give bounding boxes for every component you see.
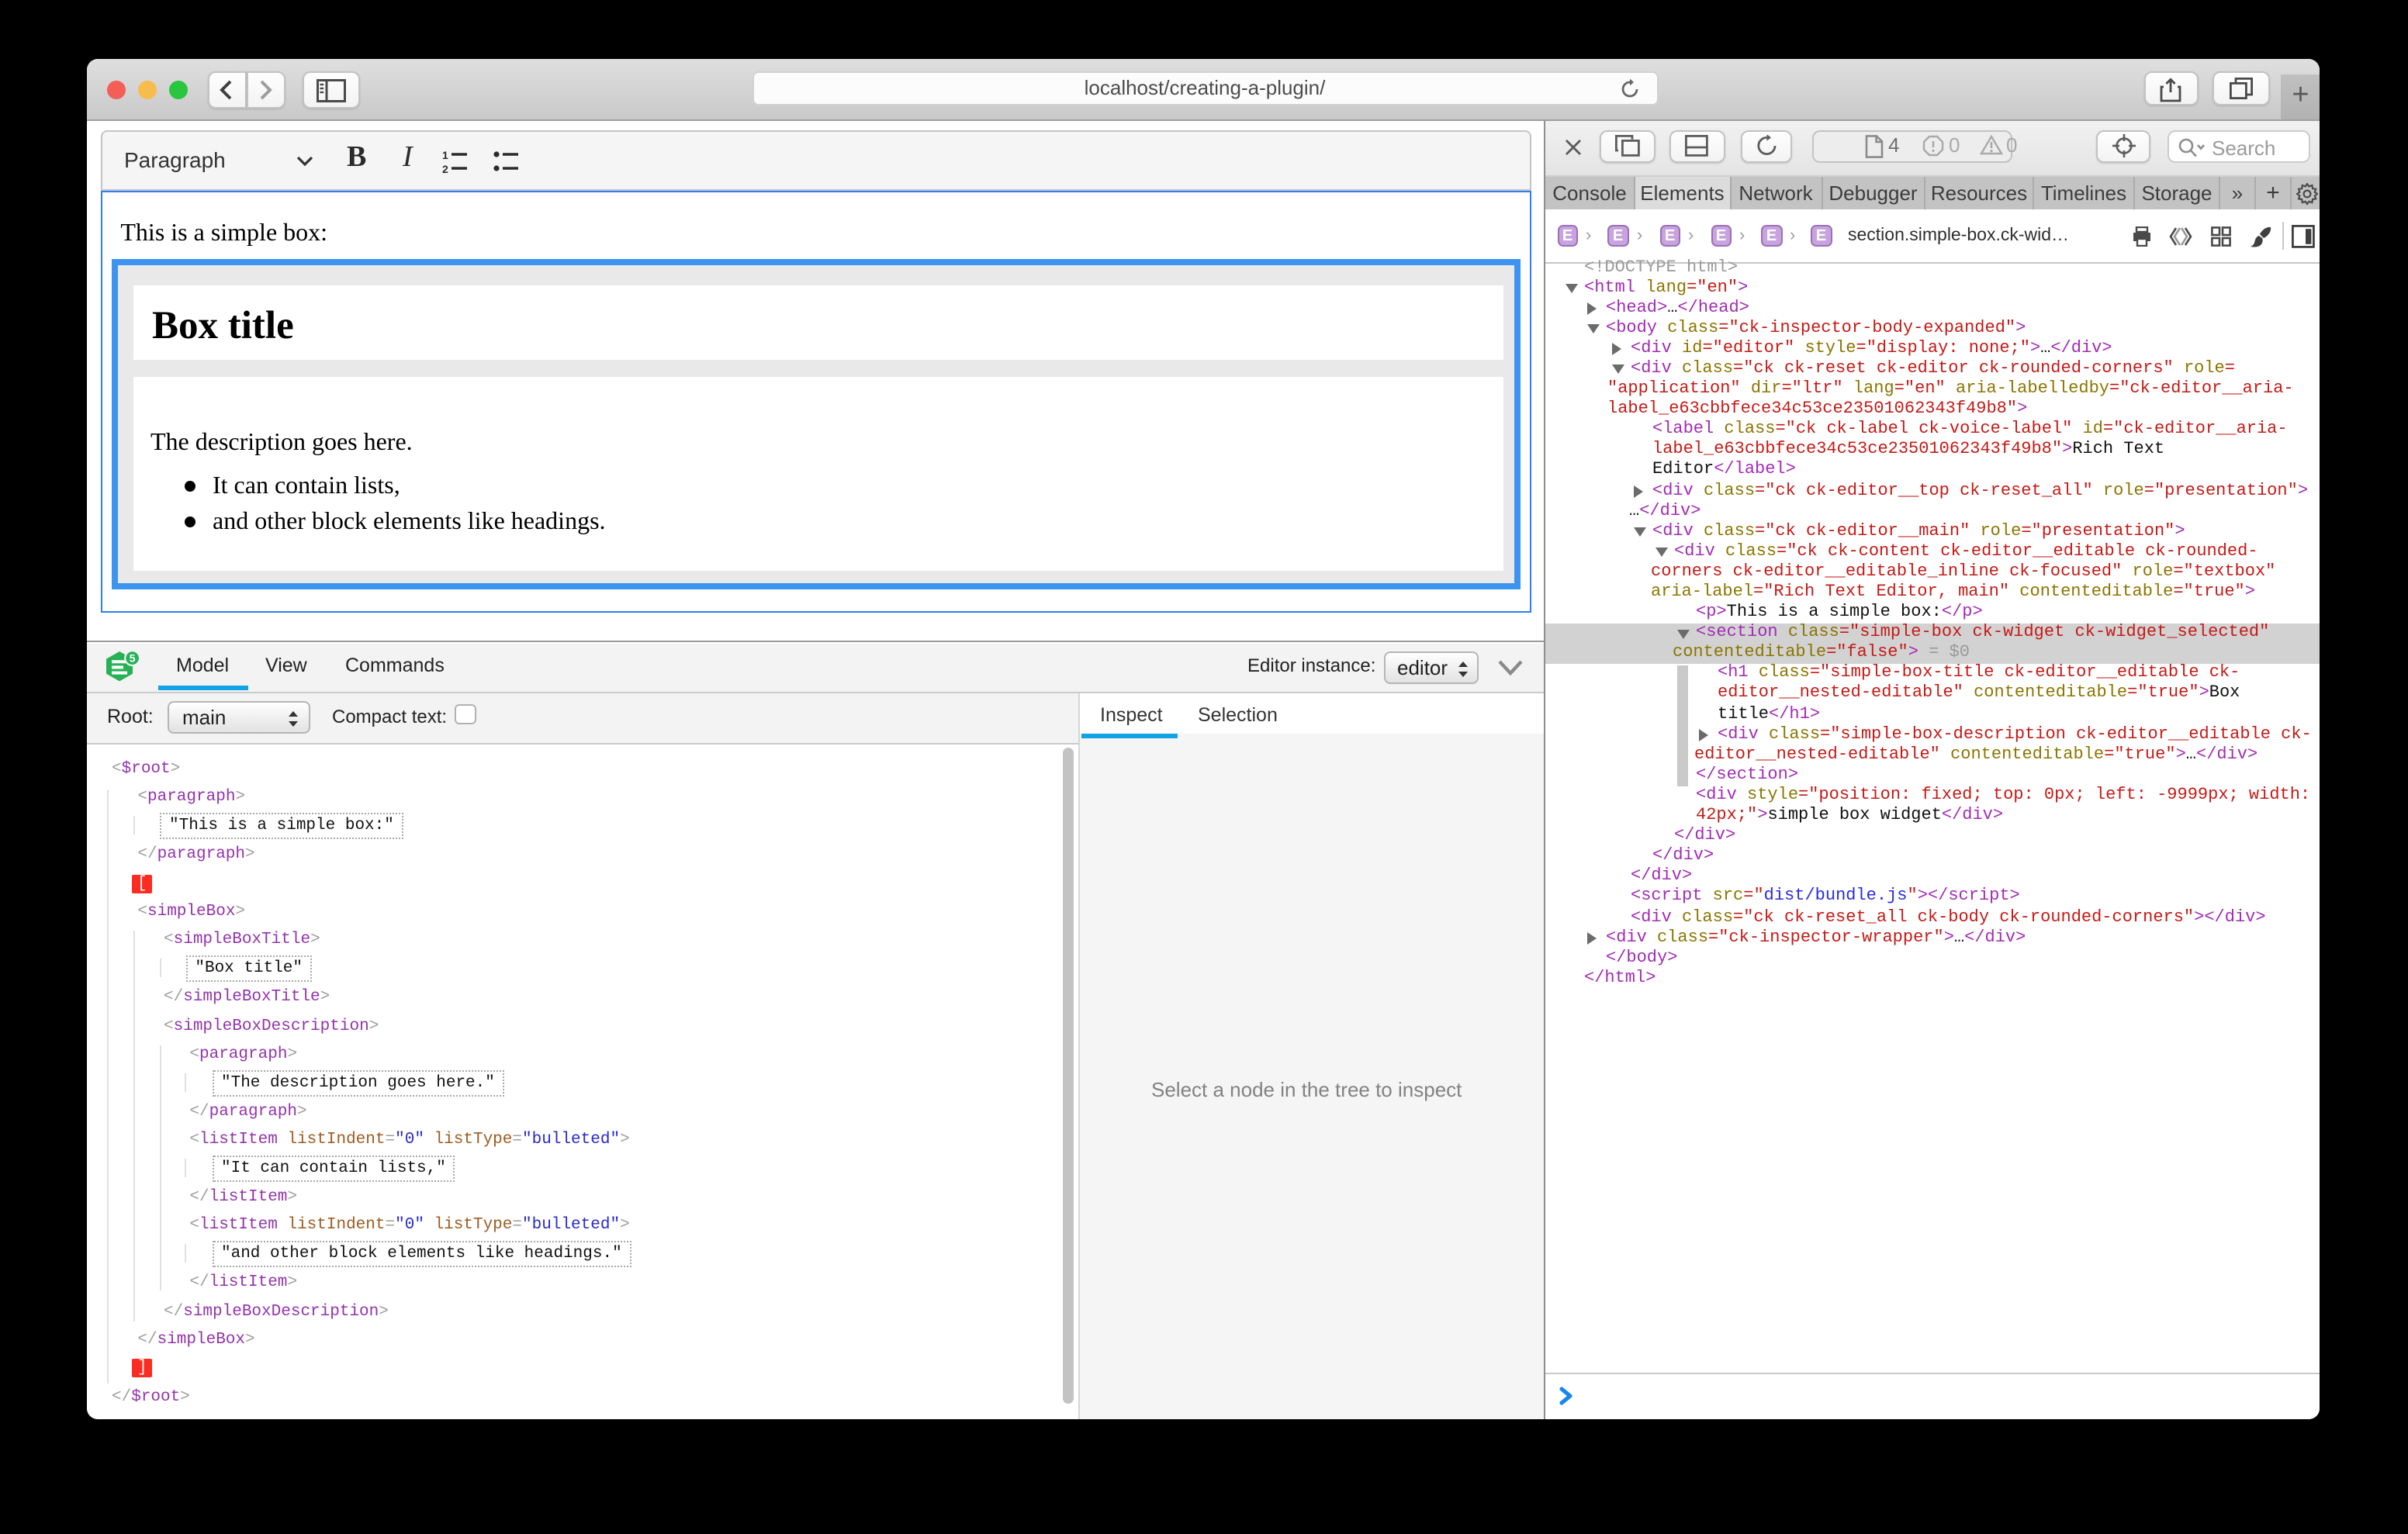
svg-text:2: 2 [441, 163, 448, 174]
svg-text:5: 5 [130, 651, 136, 664]
svg-text:1: 1 [441, 149, 448, 161]
